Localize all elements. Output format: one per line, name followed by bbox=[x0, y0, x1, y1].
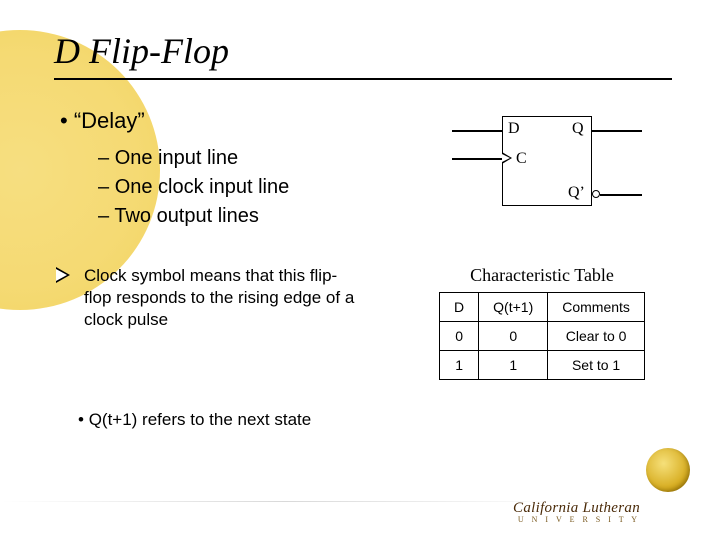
wire-q-prime-output bbox=[600, 194, 642, 196]
footer-divider bbox=[0, 501, 570, 502]
clock-symbol-note: Clock symbol means that this flip-flop r… bbox=[84, 265, 364, 331]
characteristic-table: D Q(t+1) Comments 0 0 Clear to 0 1 1 Set… bbox=[439, 292, 645, 380]
cell: Set to 1 bbox=[548, 351, 645, 380]
sub-bullet-clock: One clock input line bbox=[98, 173, 422, 202]
flipflop-diagram: D C Q Q’ bbox=[422, 108, 672, 228]
wire-d-input bbox=[452, 130, 502, 132]
table-row: 0 0 Clear to 0 bbox=[440, 322, 645, 351]
wire-q-output bbox=[592, 130, 642, 132]
cell: 0 bbox=[479, 322, 548, 351]
logo-seal-icon bbox=[646, 448, 690, 492]
th-comments: Comments bbox=[548, 293, 645, 322]
table-row: 1 1 Set to 1 bbox=[440, 351, 645, 380]
slide-content: D Flip-Flop “Delay” One input line One c… bbox=[0, 0, 720, 430]
cell: 1 bbox=[440, 351, 479, 380]
slide-title: D Flip-Flop bbox=[54, 30, 672, 72]
sub-bullet-outputs: Two output lines bbox=[98, 202, 422, 231]
logo-brand-text: California Lutheran bbox=[513, 501, 640, 516]
bullet-delay: “Delay” bbox=[60, 108, 422, 134]
row-description-and-diagram: “Delay” One input line One clock input l… bbox=[54, 108, 672, 231]
cell: Clear to 0 bbox=[548, 322, 645, 351]
cell: 0 bbox=[440, 322, 479, 351]
label-q: Q bbox=[572, 120, 584, 138]
university-logo: California Lutheran U N I V E R S I T Y bbox=[513, 465, 690, 524]
th-qnext: Q(t+1) bbox=[479, 293, 548, 322]
table-header-row: D Q(t+1) Comments bbox=[440, 293, 645, 322]
bullet-next-state: Q(t+1) refers to the next state bbox=[78, 410, 672, 430]
clock-edge-triangle-fill bbox=[502, 154, 510, 162]
label-c: C bbox=[516, 150, 527, 168]
row-clocknote-and-table: Clock symbol means that this flip-flop r… bbox=[54, 265, 672, 380]
sub-bullet-input: One input line bbox=[98, 144, 422, 173]
clock-symbol-icon bbox=[54, 265, 84, 285]
characteristic-table-wrap: Characteristic Table D Q(t+1) Comments 0… bbox=[412, 265, 672, 380]
logo-sub-text: U N I V E R S I T Y bbox=[513, 516, 640, 524]
cell: 1 bbox=[479, 351, 548, 380]
label-d: D bbox=[508, 120, 520, 138]
table-caption: Characteristic Table bbox=[412, 265, 672, 286]
inverter-bubble bbox=[592, 190, 600, 198]
th-d: D bbox=[440, 293, 479, 322]
label-q-prime: Q’ bbox=[568, 184, 585, 202]
wire-clock-input bbox=[452, 158, 502, 160]
description-column: “Delay” One input line One clock input l… bbox=[54, 108, 422, 231]
title-underline bbox=[54, 78, 672, 80]
